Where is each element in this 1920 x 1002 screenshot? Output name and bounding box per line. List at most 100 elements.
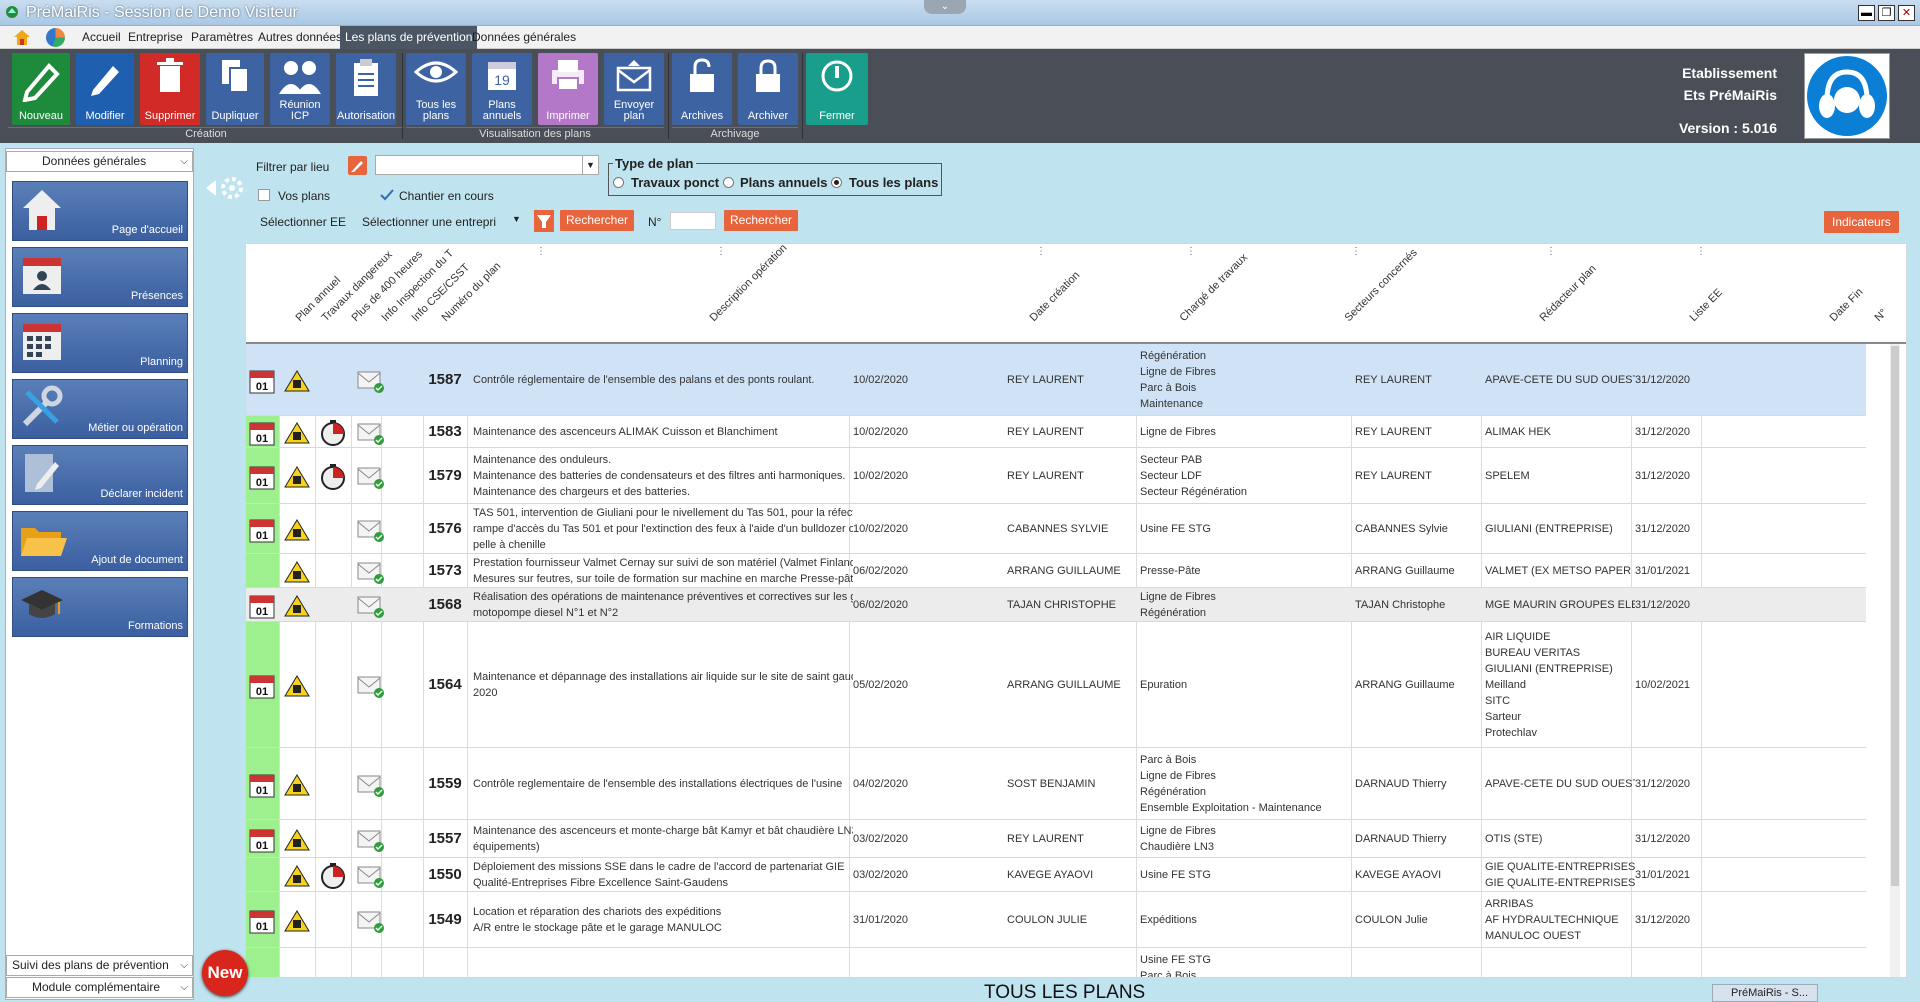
plans-annuels-button[interactable]: 19 Plans annuels [472,53,532,125]
table-header: Plan annuel Travaux dangereux Plus de 400 … [246,244,1906,344]
version-label: Version : 5.016 [1678,120,1777,136]
column-menu-dots[interactable]: ⋮ [1351,246,1361,257]
taskbar-item[interactable]: PréMaiRis - S... [1712,984,1818,1002]
home-icon[interactable] [12,28,32,46]
table-row[interactable]: 1550 Déploiement des missions SSE dans le… [246,858,1866,892]
table-row[interactable]: 01 1557 Maintenance des ascenceurs et mont… [246,820,1866,858]
edit-lieu-button[interactable] [348,156,367,175]
nav-planning[interactable]: Planning [12,313,188,373]
warning-workers-icon [284,595,310,617]
table-row[interactable]: 1573 Prestation fournisseur Valmet Cernay… [246,554,1866,588]
modifier-button[interactable]: Modifier [76,53,134,125]
plans-annuels-label: Plans annuels [482,99,522,122]
table-row[interactable]: 01 1583 Maintenance des ascenceurs ALIMAK … [246,416,1866,448]
column-header[interactable]: Date création [1028,269,1083,324]
lieu-select[interactable]: ▼ [375,155,599,175]
cell-sect: Usine FE STG Parc à Bois [1140,948,1355,978]
menu-autres-donnees[interactable]: Autres données [258,30,342,44]
cell-red: ARRANG Guillaume [1355,564,1455,577]
sidebar-bottom-select-1[interactable]: Suivi des plans de prévention ⌵ [6,955,193,976]
nav-formations[interactable]: Formations [12,577,188,637]
column-menu-dots[interactable]: ⋮ [716,246,726,257]
sidebar-top-select[interactable]: Données générales ⌵ [6,151,193,172]
select-ee-dropdown[interactable]: Sélectionner une entrepri [362,215,522,229]
archiver-button[interactable]: Archiver [738,53,798,125]
table-row[interactable]: Usine FE STG Parc à Bois [246,948,1866,978]
lock-icon [756,59,780,92]
indicateurs-button[interactable]: Indicateurs [1824,211,1899,233]
nav-ajout-document[interactable]: Ajout de document [12,511,188,571]
table-row[interactable]: 01 1568 Réalisation des opérations de main… [246,588,1866,622]
nouveau-button[interactable]: Nouveau [12,53,70,125]
envelope-send-icon [616,60,652,92]
chantier-label: Chantier en cours [399,189,494,203]
menu-entreprise[interactable]: Entreprise [128,30,183,44]
column-header[interactable]: Secteurs concernés [1343,247,1420,324]
column-header[interactable]: N° [1873,307,1890,324]
table-row[interactable]: 01 1579 Maintenance des onduleurs. Maintena… [246,448,1866,504]
column-header[interactable]: Rédacteur plan [1538,263,1599,324]
column-menu-dots[interactable]: ⋮ [1696,246,1706,257]
close-window-button[interactable]: ✕ [1898,5,1915,21]
envoyer-label: Envoyer plan [613,99,655,122]
table-row[interactable]: 01 1576 TAS 501, intervention de Giuliani … [246,504,1866,554]
cell-charge: SOST BENJAMIN [1007,777,1096,790]
column-menu-dots[interactable]: ⋮ [1186,246,1196,257]
cell-line: GIE QUALITE-ENTREPRISES [1485,876,1635,889]
chantier-checkbox[interactable] [380,189,394,201]
nav-metier-operation[interactable]: Métier ou opération [12,379,188,439]
radio-plans-annuels[interactable] [723,177,734,188]
nav-page-accueil[interactable]: Page d'accueil [12,181,188,241]
imprimer-button[interactable]: Imprimer [538,53,598,125]
table-row[interactable]: 01 1587 Contrôle réglementaire de l'ensemb… [246,344,1866,416]
tous-les-plans-button[interactable]: Tous les plans [406,53,466,125]
calendar-01-icon: 01 [249,519,275,543]
column-header[interactable]: Date Fin [1828,286,1866,324]
radio-tous-les-plans[interactable] [831,177,842,188]
envoyer-plan-button[interactable]: Envoyer plan [604,53,664,125]
radio-travaux-ponct[interactable] [613,177,624,188]
sidebar-bottom-select-2[interactable]: Module complémentaire ⌵ [6,977,193,998]
nav-declarer-incident[interactable]: Déclarer incident [12,445,188,505]
vertical-scrollbar[interactable] [1890,344,1900,977]
collapse-ribbon-button[interactable]: ⌄ [924,0,966,14]
vos-plans-checkbox[interactable] [258,189,270,201]
scrollbar-thumb[interactable] [1891,346,1899,886]
supprimer-button[interactable]: Supprimer [140,53,200,125]
calendar-01-icon: 01 [249,910,275,934]
plans-table: Plan annuel Travaux dangereux Plus de 400 … [245,243,1907,978]
filter-funnel-button[interactable] [534,210,554,232]
minimize-button[interactable]: ▬ [1858,5,1875,21]
maximize-button[interactable]: ❐ [1878,5,1895,21]
fermer-button[interactable]: Fermer [806,53,868,125]
numero-input[interactable] [670,212,716,230]
cell-line: 2020 [473,686,498,699]
new-badge-button[interactable]: New [202,950,248,996]
rechercher-ee-button[interactable]: Rechercher [560,210,635,231]
stats-pie-icon[interactable] [46,28,65,47]
menu-parametres[interactable]: Paramètres [191,30,253,44]
table-row[interactable]: 01 1559 Contrôle reglementaire de l'ensemb… [246,748,1866,820]
nav-presences[interactable]: Présences [12,247,188,307]
archives-button[interactable]: Archives [672,53,732,125]
settings-gears-icon[interactable] [204,170,246,208]
cell-date: 10/02/2020 [853,373,909,386]
dupliquer-button[interactable]: Dupliquer [206,53,264,125]
menu-accueil[interactable]: Accueil [82,30,121,44]
menu-donnees-generales[interactable]: Données générales [472,30,576,44]
column-menu-dots[interactable]: ⋮ [1036,246,1046,257]
column-menu-dots[interactable]: ⋮ [536,246,546,257]
table-row[interactable]: 01 1549 Location et réparation des chariot… [246,892,1866,948]
calendar-01-icon: 01 [249,466,275,490]
autorisation-button[interactable]: Autorisation [336,53,396,125]
column-header[interactable]: Chargé de travaux [1178,252,1250,324]
rechercher-numero-button[interactable]: Rechercher [724,210,799,231]
column-menu-dots[interactable]: ⋮ [1546,246,1556,257]
menu-plans-prevention[interactable]: Les plans de prévention [340,26,478,49]
table-row[interactable]: 01 1564 Maintenance et dépannage des insta… [246,622,1866,748]
mail-sent-icon [357,830,384,852]
reunion-icp-button[interactable]: Réunion ICP [270,53,330,125]
column-header[interactable]: Liste EE [1688,287,1725,324]
meeting-people-icon [279,61,321,94]
cell-line: APAVE-CETE DU SUD OUEST [1485,373,1635,386]
